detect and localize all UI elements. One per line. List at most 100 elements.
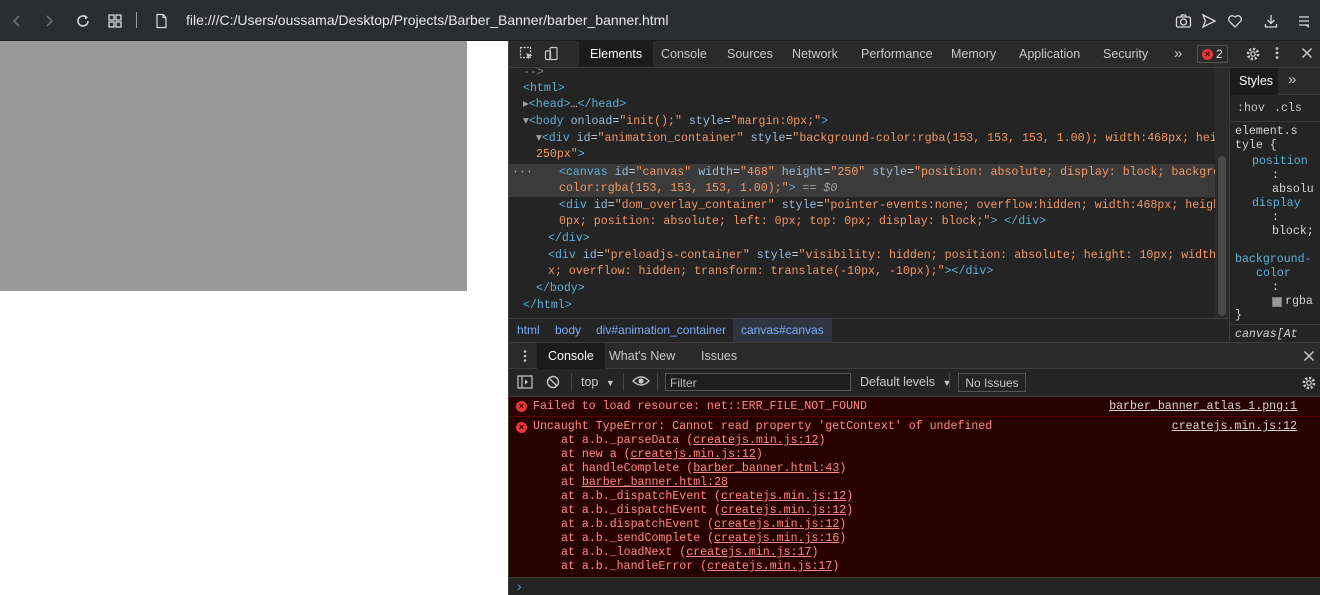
send-icon[interactable] [1198, 10, 1220, 32]
clear-console-icon[interactable] [546, 375, 560, 392]
close-drawer-icon[interactable] [1303, 349, 1315, 365]
hov-toggle[interactable]: :hov [1237, 102, 1265, 115]
tab-memory[interactable]: Memory [951, 41, 996, 67]
tag-end: > [577, 148, 585, 161]
node-dom-overlay[interactable]: <div id="dom_overlay_container" style="p… [559, 198, 1215, 214]
inspect-element-icon[interactable] [519, 46, 534, 64]
stack-link[interactable]: barber_banner.html:43 [693, 462, 839, 475]
error-count: 2 [1216, 47, 1223, 61]
scrollbar-thumb[interactable] [1218, 156, 1226, 316]
devtools-panel: Elements Console Sources Network Perform… [508, 41, 1320, 595]
console-settings-gear-icon[interactable] [1301, 375, 1317, 394]
back-icon[interactable] [6, 10, 28, 32]
no-issues-button[interactable]: No Issues [958, 373, 1026, 392]
style-value[interactable]: rgba [1285, 294, 1313, 310]
console-toolbar: top ▼ Filter Default levels ▼ No Issues [509, 369, 1320, 397]
breadcrumb-canvas[interactable]: canvas#canvas [733, 319, 832, 342]
menu-icon[interactable] [1293, 10, 1315, 32]
tag-div-close: </div> [951, 265, 994, 278]
tab-performance[interactable]: Performance [861, 41, 933, 67]
stack-link[interactable]: createjs.min.js:12 [693, 434, 818, 447]
node-head[interactable]: ▸<head>…</head> [523, 97, 626, 113]
color-swatch[interactable] [1272, 297, 1282, 307]
tab-application[interactable]: Application [1019, 41, 1080, 67]
attr-value: "init();" [619, 115, 682, 128]
stack-link[interactable]: createjs.min.js:12 [714, 518, 839, 531]
stack-link[interactable]: createjs.min.js:12 [721, 490, 846, 503]
tab-network[interactable]: Network [792, 41, 838, 67]
selected-marker: == $0 [795, 182, 838, 195]
node-html[interactable]: <html> [523, 81, 565, 97]
console-prompt[interactable]: › [509, 577, 1320, 595]
node-div-close[interactable]: </div> [548, 231, 590, 247]
attr-value: "preloadjs-container" [603, 249, 750, 262]
more-options-icon[interactable] [1273, 45, 1281, 64]
stack-link[interactable]: barber_banner.html:28 [582, 476, 728, 489]
tab-styles[interactable]: Styles [1239, 74, 1273, 88]
breadcrumb-html[interactable]: html [517, 323, 540, 337]
breadcrumb-animation-container[interactable]: div#animation_container [596, 323, 726, 337]
attr-value: "visibility: hidden; position: absolute;… [798, 249, 1215, 262]
tabs-grid-icon[interactable] [104, 10, 126, 32]
download-icon[interactable] [1260, 10, 1282, 32]
log-levels-label: Default levels [860, 375, 936, 389]
reload-icon[interactable] [72, 10, 94, 32]
node-preloadjs[interactable]: <div id="preloadjs-container" style="vis… [548, 248, 1215, 264]
error-count-badge[interactable]: × 2 [1197, 45, 1228, 63]
drawer-tab-whats-new[interactable]: What's New [609, 343, 675, 369]
drawer-menu-icon[interactable] [522, 348, 528, 367]
drawer-tab-console[interactable]: Console [537, 343, 605, 369]
elements-scrollbar[interactable] [1215, 68, 1229, 318]
settings-gear-icon[interactable] [1245, 46, 1261, 65]
forward-icon[interactable] [38, 10, 60, 32]
eye-icon[interactable] [632, 374, 650, 391]
node-animation-container[interactable]: ▾<div id="animation_container" style="ba… [536, 131, 1215, 147]
console-error-message: × Failed to load resource: net::ERR_FILE… [509, 397, 1320, 417]
error-source-link[interactable]: barber_banner_atlas_1.png:1 [1109, 400, 1297, 413]
stack-link[interactable]: createjs.min.js:16 [714, 532, 839, 545]
elements-tree: --> <html> ▸<head>…</head> ▾<body onload… [509, 68, 1215, 318]
style-prop[interactable]: position [1252, 154, 1308, 170]
stack-link[interactable]: createjs.min.js:12 [721, 504, 846, 517]
tag-div-close: </div> [1004, 215, 1047, 228]
camera-icon[interactable] [1172, 10, 1194, 32]
attr-value: "background-color:rgba(153, 153, 153, 1.… [792, 132, 1215, 145]
styles-pane: Styles » :hov .cls element.s tyle { posi… [1229, 68, 1320, 342]
stack-link[interactable]: createjs.min.js:12 [631, 448, 756, 461]
attr-name: height [781, 166, 824, 179]
node-canvas[interactable]: <canvas id="canvas" width="468" height="… [559, 165, 1215, 181]
styles-more-tabs[interactable]: » [1288, 71, 1296, 88]
address-bar[interactable]: file:///C:/Users/oussama/Desktop/Project… [186, 12, 668, 28]
breadcrumb-body[interactable]: body [555, 323, 581, 337]
tag-div: <div [541, 132, 570, 145]
drawer-tab-issues[interactable]: Issues [701, 343, 737, 369]
node-html-close[interactable]: </html> [523, 298, 572, 314]
attr-name: style [872, 166, 908, 179]
stack-link[interactable]: createjs.min.js:17 [686, 546, 811, 559]
node-actions-dots[interactable]: ··· [512, 165, 533, 181]
node-body-close[interactable]: </body> [536, 281, 585, 297]
style-colon: : [1272, 281, 1279, 294]
error-source-link[interactable]: createjs.min.js:12 [1172, 420, 1297, 433]
node-body[interactable]: ▾<body onload="init();" style="margin:0p… [523, 114, 828, 130]
tag-end: > [788, 182, 796, 195]
cls-toggle[interactable]: .cls [1274, 102, 1302, 115]
dropdown-arrow-icon: ▼ [605, 378, 615, 388]
stack-link[interactable]: createjs.min.js:17 [707, 560, 832, 573]
close-devtools-icon[interactable] [1301, 46, 1313, 62]
tab-security[interactable]: Security [1103, 41, 1148, 67]
attr-name: style [750, 132, 786, 145]
context-selector[interactable]: top ▼ [581, 375, 615, 389]
tab-sources[interactable]: Sources [727, 41, 773, 67]
tab-elements[interactable]: Elements [579, 41, 654, 67]
heart-icon[interactable] [1224, 10, 1246, 32]
more-tabs-button[interactable]: » [1174, 41, 1182, 67]
filter-input[interactable]: Filter [665, 373, 851, 391]
log-levels-dropdown[interactable]: Default levels ▼ [860, 375, 951, 389]
tab-console[interactable]: Console [661, 41, 707, 67]
device-toolbar-icon[interactable] [544, 46, 559, 64]
context-label: top [581, 375, 599, 389]
sidebar-toggle-icon[interactable] [517, 375, 533, 392]
attr-name: width [698, 166, 733, 179]
style-value[interactable]: block; [1272, 224, 1314, 240]
